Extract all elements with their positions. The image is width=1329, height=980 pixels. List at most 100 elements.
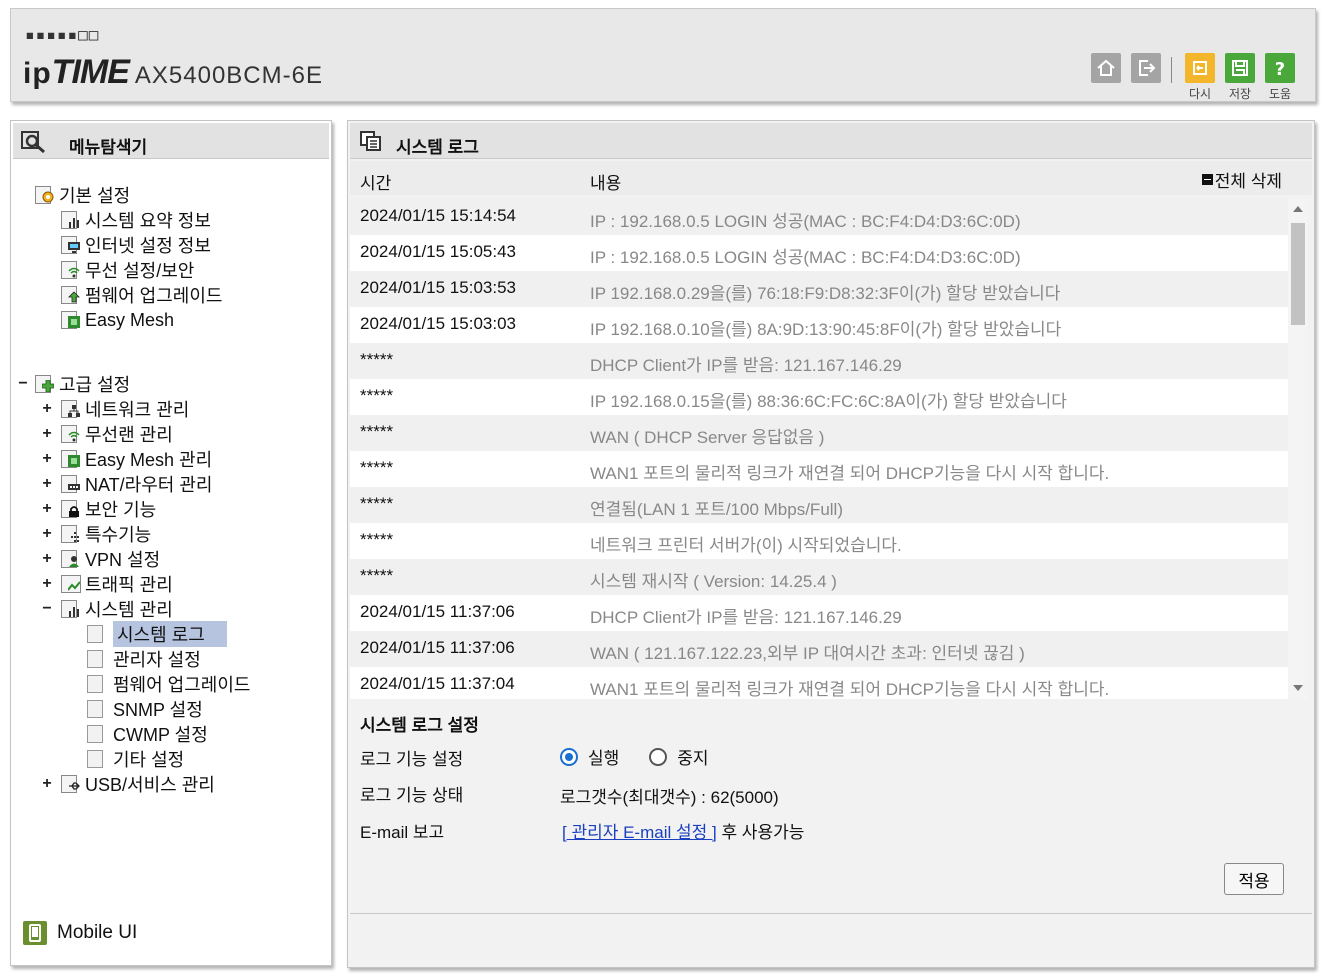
- collapse-toggle[interactable]: −: [41, 600, 53, 618]
- log-message: WAN1 포트의 물리적 링크가 재연결 되어 DHCP기능을 다시 시작 합니…: [590, 680, 1110, 699]
- mobile-ui-label: Mobile UI: [57, 922, 138, 943]
- radio-run-label[interactable]: 실행: [588, 744, 619, 769]
- log-time: 2024/01/15 15:05:43: [360, 242, 516, 261]
- save-button[interactable]: [1225, 53, 1255, 83]
- vpn-icon: [61, 550, 81, 568]
- help-button[interactable]: ?: [1265, 53, 1295, 83]
- tree-item-label: NAT/라우터 관리: [85, 475, 213, 495]
- header-separator: [1171, 57, 1172, 83]
- tree-item-label: SNMP 설정: [113, 700, 203, 720]
- network-icon: [61, 400, 81, 418]
- tree-item-label: 무선랜 관리: [85, 425, 173, 445]
- tree-network-management[interactable]: + 네트워크 관리: [42, 397, 189, 421]
- delete-all-button[interactable]: 전체 삭제: [1201, 167, 1282, 192]
- reload-label[interactable]: 다시: [1182, 85, 1218, 102]
- tree-admin-settings[interactable]: 관리자 설정: [87, 647, 201, 671]
- model-name: AX5400BCM-6E: [134, 62, 323, 89]
- tree-advanced-settings[interactable]: − 고급 설정: [18, 372, 130, 396]
- page-icon: [87, 700, 103, 718]
- expand-toggle[interactable]: +: [41, 425, 53, 443]
- tree-item-label-selected: 시스템 로그: [113, 621, 227, 647]
- tree-firmware-upgrade[interactable]: 펌웨어 업그레이드: [61, 283, 222, 307]
- log-time: 2024/01/15 11:37:04: [360, 674, 515, 693]
- log-row: ***** IP 192.168.0.15을(를) 88:36:6C:FC:6C:…: [350, 379, 1288, 415]
- expand-toggle[interactable]: +: [41, 550, 53, 568]
- tree-wireless-security[interactable]: 무선 설정/보안: [61, 258, 194, 282]
- tree-easy-mesh[interactable]: Easy Mesh: [61, 308, 174, 332]
- tree-system-management[interactable]: − 시스템 관리: [42, 597, 173, 621]
- expand-toggle[interactable]: +: [41, 450, 53, 468]
- apply-button[interactable]: 적용: [1224, 863, 1284, 895]
- wifi-icon: [61, 261, 81, 279]
- log-row: 2024/01/15 15:03:53 IP 192.168.0.29을(를) 7…: [350, 271, 1288, 307]
- email-report-value: [ 관리자 E-mail 설정 ] 후 사용가능: [562, 818, 804, 843]
- tree-snmp-settings[interactable]: SNMP 설정: [87, 697, 203, 721]
- expand-toggle[interactable]: +: [41, 500, 53, 518]
- log-time: 2024/01/15 15:03:03: [360, 314, 516, 333]
- tree-cwmp-settings[interactable]: CWMP 설정: [87, 722, 208, 746]
- tree-internet-info[interactable]: 인터넷 설정 정보: [61, 233, 211, 257]
- home-button[interactable]: [1091, 53, 1121, 83]
- mesh-icon: [61, 450, 81, 468]
- log-scrollbar[interactable]: [1288, 199, 1308, 699]
- traffic-icon: [61, 575, 81, 593]
- expand-toggle[interactable]: +: [41, 475, 53, 493]
- log-func-options: 실행 중지: [560, 744, 709, 769]
- save-label[interactable]: 저장: [1222, 85, 1258, 102]
- tree-nat-router-management[interactable]: + NAT/라우터 관리: [42, 472, 213, 496]
- log-list[interactable]: 2024/01/15 15:14:54 IP : 192.168.0.5 LOGI…: [350, 199, 1308, 699]
- reload-button[interactable]: [1185, 53, 1215, 83]
- help-label[interactable]: 도움: [1262, 85, 1298, 102]
- log-row: 2024/01/15 15:03:03 IP 192.168.0.10을(를) 8…: [350, 307, 1288, 343]
- expand-toggle[interactable]: +: [41, 575, 53, 593]
- scroll-thumb[interactable]: [1291, 223, 1305, 325]
- tree-easy-mesh-management[interactable]: + Easy Mesh 관리: [42, 447, 212, 471]
- tree-basic-settings[interactable]: 기본 설정: [35, 183, 130, 207]
- radio-stop[interactable]: [649, 747, 668, 766]
- log-row: ***** DHCP Client가 IP를 받음: 121.167.146.29: [350, 343, 1288, 379]
- log-message: DHCP Client가 IP를 받음: 121.167.146.29: [590, 356, 902, 375]
- tree-item-label: VPN 설정: [85, 550, 161, 570]
- radio-run[interactable]: [560, 747, 578, 766]
- scroll-up-arrow-icon[interactable]: [1293, 206, 1303, 212]
- upgrade-icon: [61, 286, 81, 304]
- tree-item-label: CWMP 설정: [113, 725, 208, 745]
- expand-toggle[interactable]: +: [41, 525, 53, 543]
- tree-usb-service-management[interactable]: + USB/서비스 관리: [42, 772, 215, 796]
- minus-box-icon: [1201, 174, 1213, 185]
- admin-email-settings-link[interactable]: [ 관리자 E-mail 설정 ]: [562, 818, 717, 843]
- help-icon: ?: [1275, 59, 1285, 79]
- email-report-label: E-mail 보고: [360, 823, 445, 842]
- log-time: *****: [360, 458, 394, 477]
- tree-vpn-settings[interactable]: + VPN 설정: [42, 547, 161, 571]
- radio-stop-label[interactable]: 중지: [677, 744, 708, 769]
- tree-firmware-upgrade-advanced[interactable]: 펌웨어 업그레이드: [87, 672, 250, 696]
- expand-toggle[interactable]: +: [41, 775, 53, 793]
- page-icon: [87, 675, 103, 693]
- log-time: *****: [360, 422, 394, 441]
- log-row: 2024/01/15 11:37:06 WAN ( 121.167.122.23,…: [350, 631, 1288, 667]
- tree-item-label: 기타 설정: [113, 750, 185, 770]
- menu-explorer-title: 메뉴탐색기: [69, 138, 148, 157]
- tree-item-label: 특수기능: [85, 525, 152, 545]
- logout-button[interactable]: [1131, 53, 1161, 83]
- log-message: WAN ( 121.167.122.23,외부 IP 대여시간 초과: 인터넷 …: [590, 644, 1025, 663]
- tree-system-log[interactable]: 시스템 로그: [87, 621, 227, 647]
- tree-security-functions[interactable]: + 보안 기능: [42, 497, 156, 521]
- delete-all-label: 전체 삭제: [1214, 172, 1282, 191]
- tree-item-label: 인터넷 설정 정보: [85, 236, 211, 256]
- mobile-ui-link[interactable]: Mobile UI: [23, 921, 137, 945]
- tree-special-functions[interactable]: + 특수기능: [42, 522, 152, 546]
- tree-wlan-management[interactable]: + 무선랜 관리: [42, 422, 173, 446]
- tree-item-label: 펌웨어 업그레이드: [85, 286, 223, 306]
- col-time: 시간: [360, 174, 392, 193]
- log-time: 2024/01/15 15:03:53: [360, 278, 516, 297]
- tree-other-settings[interactable]: 기타 설정: [87, 747, 184, 771]
- expand-toggle[interactable]: +: [41, 400, 53, 418]
- tree-traffic-management[interactable]: + 트래픽 관리: [42, 572, 173, 596]
- scroll-down-arrow-icon[interactable]: [1293, 685, 1303, 691]
- brand-logo: ip TIME AX5400BCM-6E: [23, 53, 323, 92]
- collapse-toggle[interactable]: −: [17, 375, 29, 393]
- tree-system-summary[interactable]: 시스템 요약 정보: [61, 208, 211, 232]
- magnifier-icon: [21, 131, 47, 158]
